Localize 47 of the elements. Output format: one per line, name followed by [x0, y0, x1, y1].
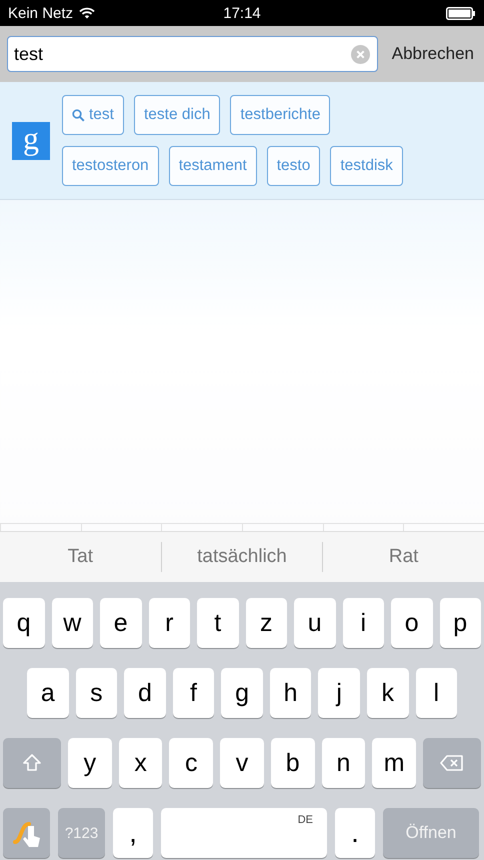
cancel-button[interactable]: Abbrechen	[392, 44, 477, 64]
key[interactable]: x	[118, 738, 162, 788]
backspace-icon	[440, 755, 464, 771]
language-label: DE	[298, 814, 313, 826]
prediction[interactable]: Tat	[0, 541, 161, 573]
key[interactable]: e	[100, 598, 142, 648]
key[interactable]: n	[322, 738, 366, 788]
key[interactable]: v	[220, 738, 264, 788]
key[interactable]: j	[318, 668, 360, 718]
key[interactable]: a	[27, 668, 69, 718]
clear-icon[interactable]	[350, 45, 370, 64]
clock: 17:14	[223, 4, 261, 22]
key[interactable]: .	[335, 808, 375, 858]
key[interactable]: ,	[113, 808, 153, 858]
space-key[interactable]: DE	[161, 808, 327, 858]
key[interactable]: l	[416, 668, 458, 718]
key[interactable]: h	[270, 668, 312, 718]
battery-icon	[446, 6, 476, 20]
shift-key[interactable]	[3, 738, 61, 788]
prediction[interactable]: tatsächlich	[162, 541, 322, 573]
key[interactable]: y	[68, 738, 112, 788]
key[interactable]: u	[294, 598, 336, 648]
key[interactable]: d	[124, 668, 166, 718]
key[interactable]: q	[3, 598, 44, 648]
key[interactable]: i	[342, 598, 384, 648]
key[interactable]: b	[270, 738, 315, 788]
swipe-key[interactable]	[3, 808, 50, 858]
logo: g	[12, 122, 50, 160]
key[interactable]: r	[148, 598, 190, 648]
key[interactable]: m	[372, 738, 416, 788]
key[interactable]: z	[246, 598, 287, 648]
key[interactable]: c	[169, 738, 214, 788]
prediction[interactable]: Rat	[323, 541, 484, 573]
delete-key[interactable]	[423, 738, 482, 788]
key[interactable]: k	[366, 668, 408, 718]
key[interactable]: f	[172, 668, 214, 718]
key[interactable]: t	[197, 598, 238, 648]
carrier-label: Kein Netz	[8, 4, 74, 22]
search-field[interactable]: test	[7, 36, 378, 72]
key[interactable]: p	[440, 598, 481, 648]
search-icon	[72, 108, 85, 122]
key[interactable]: o	[391, 598, 432, 648]
key[interactable]: s	[76, 668, 118, 718]
key[interactable]: w	[52, 598, 93, 648]
wifi-icon	[79, 7, 96, 19]
key[interactable]: g	[221, 668, 263, 718]
shift-icon	[22, 753, 42, 773]
